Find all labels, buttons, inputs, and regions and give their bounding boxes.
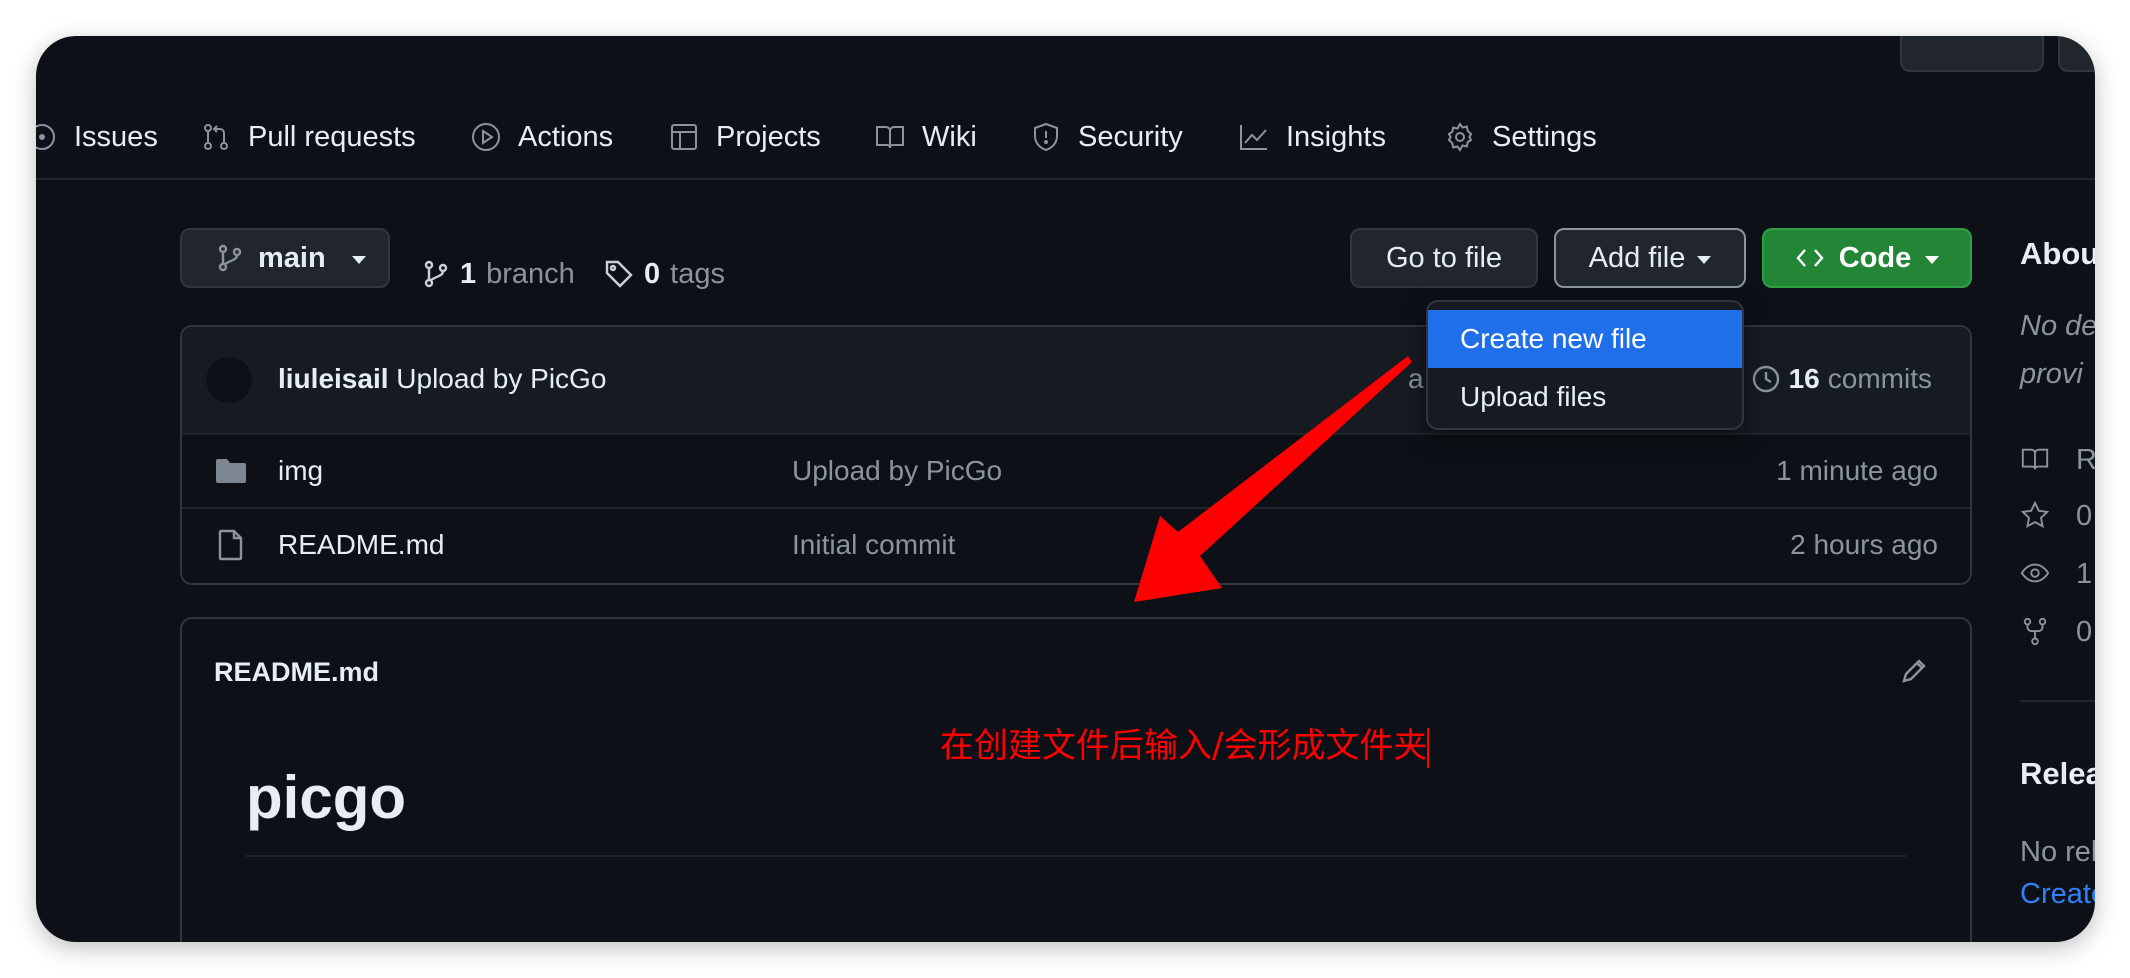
stars-count[interactable]: 0 bbox=[2076, 500, 2092, 533]
about-description: provi bbox=[2020, 358, 2083, 390]
readme-link[interactable]: R bbox=[2076, 444, 2095, 477]
releases-title[interactable]: Relea bbox=[2020, 756, 2095, 792]
menu-item-upload-files[interactable]: Upload files bbox=[1428, 368, 1742, 426]
forks-count[interactable]: 0 bbox=[2076, 616, 2092, 649]
add-file-menu: Create new file Upload files bbox=[1426, 300, 1744, 430]
create-release-link[interactable]: Create bbox=[2020, 878, 2095, 911]
annotation-arrow bbox=[1134, 356, 1412, 602]
about-description: No de bbox=[2020, 310, 2095, 342]
watchers-count[interactable]: 1 bbox=[2076, 558, 2092, 591]
fork-icon bbox=[2023, 617, 2047, 646]
no-releases-text: No rel bbox=[2020, 836, 2095, 868]
sidebar-divider bbox=[2020, 700, 2095, 702]
browser-window: Issues Pull requests Actions Projects Wi… bbox=[36, 36, 2095, 942]
about-title: Abou bbox=[2020, 236, 2095, 271]
book-icon bbox=[2021, 448, 2049, 470]
star-icon bbox=[2020, 500, 2050, 529]
menu-item-create-new-file[interactable]: Create new file bbox=[1428, 310, 1742, 368]
eye-icon bbox=[2020, 563, 2050, 583]
